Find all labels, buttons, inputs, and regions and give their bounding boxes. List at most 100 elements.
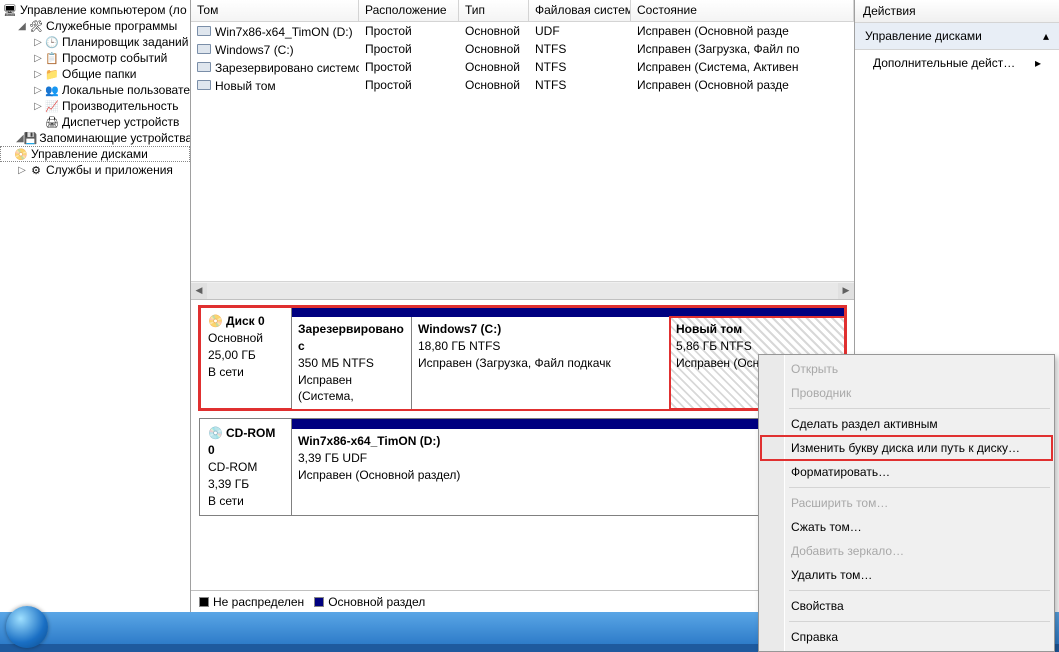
scroll-right-icon[interactable]: ▶ [838, 283, 854, 299]
tree-device-manager[interactable]: 🖨 Диспетчер устройств [0, 114, 190, 130]
vol-name: Зарезервировано системой [215, 61, 359, 75]
perf-icon: 📈 [44, 98, 60, 114]
gear-icon: ⚙ [28, 162, 44, 178]
collapse-icon[interactable]: ◢ [16, 21, 28, 32]
tree-task-scheduler[interactable]: ▷ 🕒 Планировщик заданий [0, 34, 190, 50]
vol-loc: Простой [359, 77, 459, 93]
event-icon: 📋 [44, 50, 60, 66]
partition-size: 350 МБ NTFS [298, 356, 374, 370]
folder-share-icon: 📁 [44, 66, 60, 82]
vol-loc: Простой [359, 41, 459, 57]
tree-label: Запоминающие устройства [39, 131, 191, 145]
cdrom-icon: 💿 [208, 426, 223, 440]
tree-shared-folders[interactable]: ▷ 📁 Общие папки [0, 66, 190, 82]
tree-label: Планировщик заданий [62, 35, 188, 49]
tree-storage[interactable]: ◢ 💾 Запоминающие устройства [0, 130, 190, 146]
clock-icon: 🕒 [44, 34, 60, 50]
menu-separator [789, 487, 1050, 488]
ctx-add-mirror: Добавить зеркало… [761, 539, 1052, 563]
expand-icon[interactable]: ▷ [16, 165, 28, 176]
expand-icon[interactable]: ▷ [32, 53, 44, 64]
vol-state: Исправен (Основной разде [631, 23, 854, 39]
tree-performance[interactable]: ▷ 📈 Производительность [0, 98, 190, 114]
partition-context-menu[interactable]: Открыть Проводник Сделать раздел активны… [758, 354, 1055, 652]
ctx-format[interactable]: Форматировать… [761, 460, 1052, 484]
scroll-track[interactable] [207, 283, 838, 299]
ctx-change-drive-letter[interactable]: Изменить букву диска или путь к диску… [761, 436, 1052, 460]
vol-type: Основной [459, 41, 529, 57]
cdrom-0-row[interactable]: 💿 CD-ROM 0 CD-ROM 3,39 ГБ В сети Win7x86… [199, 418, 846, 516]
disk-kind: CD-ROM [208, 460, 257, 474]
partition-windows7-c[interactable]: Windows7 (C:) 18,80 ГБ NTFS Исправен (За… [412, 317, 670, 409]
chevron-right-icon: ▸ [1035, 56, 1041, 70]
menu-separator [789, 621, 1050, 622]
vol-fs: NTFS [529, 59, 631, 75]
actions-section-disk-mgmt[interactable]: Управление дисками ▴ [855, 23, 1059, 50]
partition-title: Windows7 (C:) [418, 322, 501, 336]
expand-icon[interactable]: ▷ [32, 101, 44, 112]
tree-event-viewer[interactable]: ▷ 📋 Просмотр событий [0, 50, 190, 66]
partition-size: 5,86 ГБ NTFS [676, 339, 752, 353]
actions-more-label: Дополнительные дейст… [873, 56, 1015, 70]
expand-icon[interactable]: ▷ [32, 69, 44, 80]
col-loc[interactable]: Расположение [359, 0, 459, 21]
ctx-shrink[interactable]: Сжать том… [761, 515, 1052, 539]
vol-type: Основной [459, 77, 529, 93]
vol-fs: NTFS [529, 77, 631, 93]
storage-icon: 💾 [24, 130, 38, 146]
tree-label: Локальные пользовате [62, 83, 190, 97]
vol-name: Windows7 (C:) [215, 43, 294, 57]
drive-icon [197, 42, 213, 56]
volume-row[interactable]: Windows7 (C:) Простой Основной NTFS Испр… [191, 40, 854, 58]
disk-0-header[interactable]: 📀 Диск 0 Основной 25,00 ГБ В сети [200, 307, 292, 409]
col-tom[interactable]: Том [191, 0, 359, 21]
ctx-help[interactable]: Справка [761, 625, 1052, 649]
partition-system-reserved[interactable]: Зарезервировано с 350 МБ NTFS Исправен (… [292, 317, 412, 409]
vol-state: Исправен (Загрузка, Файл по [631, 41, 854, 57]
tree-local-users[interactable]: ▷ 👥 Локальные пользовате [0, 82, 190, 98]
ctx-properties[interactable]: Свойства [761, 594, 1052, 618]
col-fs[interactable]: Файловая система [529, 0, 631, 21]
vol-state: Исправен (Основной разде [631, 77, 854, 93]
collapse-icon[interactable]: ◢ [16, 133, 24, 144]
horizontal-scrollbar[interactable]: ◀ ▶ [191, 281, 854, 299]
cdrom-0-header[interactable]: 💿 CD-ROM 0 CD-ROM 3,39 ГБ В сети [200, 419, 292, 515]
actions-more[interactable]: Дополнительные дейст… ▸ [855, 50, 1059, 76]
vol-type: Основной [459, 23, 529, 39]
ctx-make-active[interactable]: Сделать раздел активным [761, 412, 1052, 436]
ctx-delete-volume[interactable]: Удалить том… [761, 563, 1052, 587]
disk-size: 25,00 ГБ [208, 348, 256, 362]
menu-separator [789, 408, 1050, 409]
start-button[interactable] [6, 606, 48, 648]
col-state[interactable]: Состояние [631, 0, 854, 21]
disk-0-row[interactable]: 📀 Диск 0 Основной 25,00 ГБ В сети Зарезе… [199, 306, 846, 410]
actions-header: Действия [855, 0, 1059, 23]
tree-root[interactable]: 🖥 Управление компьютером (ло [0, 2, 190, 18]
tree-system-tools[interactable]: ◢ 🛠 Служебные программы [0, 18, 190, 34]
vol-loc: Простой [359, 59, 459, 75]
expand-icon[interactable]: ▷ [32, 37, 44, 48]
col-type[interactable]: Тип [459, 0, 529, 21]
vol-fs: NTFS [529, 41, 631, 57]
collapse-up-icon[interactable]: ▴ [1043, 29, 1049, 43]
volume-list-header: Том Расположение Тип Файловая система Со… [191, 0, 854, 22]
partition-size: 3,39 ГБ UDF [298, 451, 367, 465]
legend-primary: Основной раздел [314, 595, 425, 609]
drive-icon [197, 78, 213, 92]
main-content: Том Расположение Тип Файловая система Со… [191, 0, 855, 612]
scroll-left-icon[interactable]: ◀ [191, 283, 207, 299]
volume-row[interactable]: Win7x86-x64_TimON (D:) Простой Основной … [191, 22, 854, 40]
tree-disk-management[interactable]: 📀 Управление дисками [0, 146, 190, 162]
vol-state: Исправен (Система, Активен [631, 59, 854, 75]
volume-row[interactable]: Зарезервировано системой Простой Основно… [191, 58, 854, 76]
tree-services-apps[interactable]: ▷ ⚙ Службы и приложения [0, 162, 190, 178]
wrench-icon: 🛠 [28, 18, 44, 34]
disk-status: В сети [208, 494, 244, 508]
device-icon: 🖨 [44, 114, 60, 130]
volume-row[interactable]: Новый том Простой Основной NTFS Исправен… [191, 76, 854, 94]
expand-icon[interactable]: ▷ [32, 85, 44, 96]
disk-status: В сети [208, 365, 244, 379]
users-icon: 👥 [44, 82, 60, 98]
disk-graphical-view: 📀 Диск 0 Основной 25,00 ГБ В сети Зарезе… [191, 300, 854, 590]
nav-tree[interactable]: 🖥 Управление компьютером (ло ◢ 🛠 Служебн… [0, 0, 191, 612]
